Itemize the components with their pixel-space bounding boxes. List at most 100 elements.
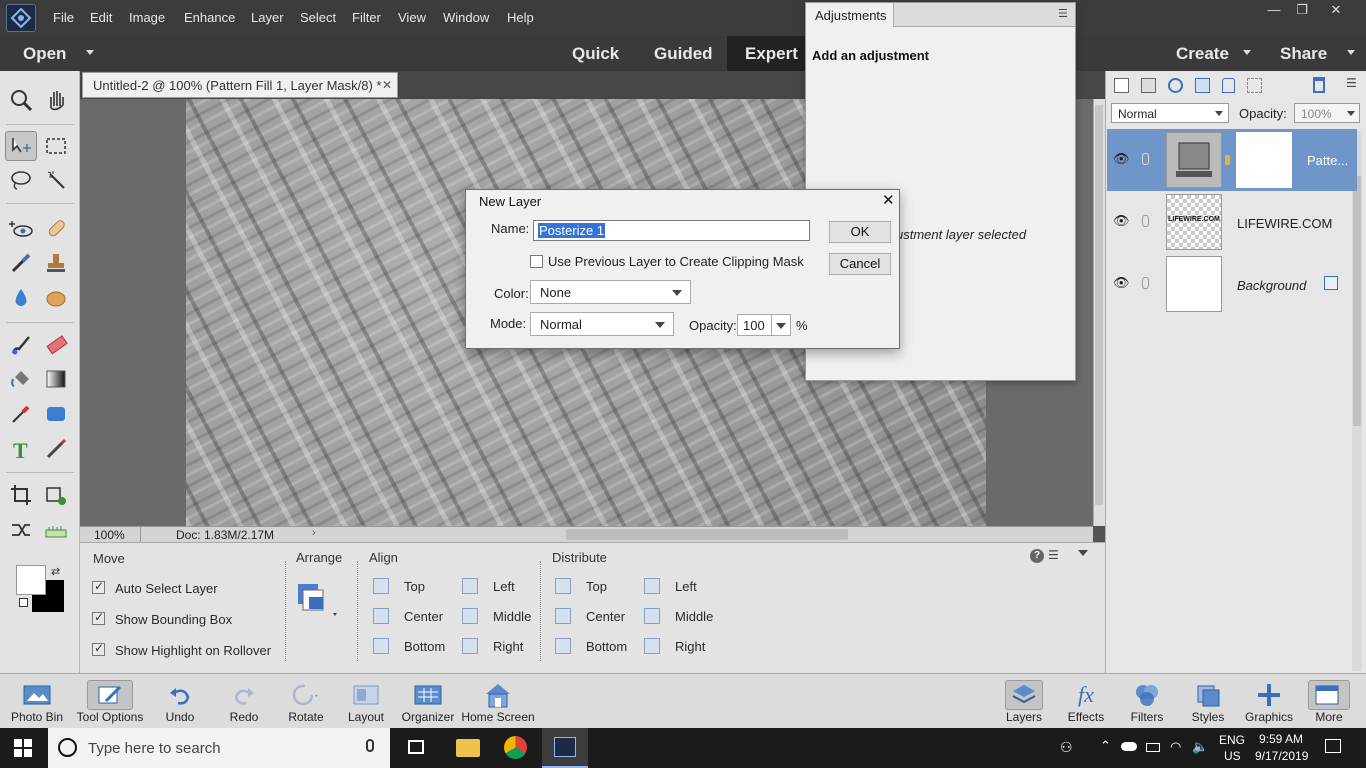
menu-help[interactable]: Help bbox=[507, 10, 534, 25]
share-dropdown-icon[interactable] bbox=[1347, 50, 1355, 55]
layers-menu-icon[interactable]: ☰ bbox=[1346, 76, 1357, 90]
swap-colors-icon[interactable]: ⇄ bbox=[51, 565, 60, 578]
layer-name[interactable]: Background bbox=[1237, 278, 1306, 293]
lock-icon[interactable] bbox=[1222, 78, 1235, 93]
add-mask-icon[interactable] bbox=[1195, 78, 1210, 93]
zoom-tool-icon[interactable] bbox=[5, 85, 37, 115]
adjustments-tab[interactable]: Adjustments bbox=[806, 3, 894, 27]
menu-enhance[interactable]: Enhance bbox=[184, 10, 235, 25]
adjustment-layer-icon[interactable] bbox=[1168, 78, 1183, 93]
align-middle-icon[interactable] bbox=[462, 608, 478, 624]
distribute-right-icon[interactable] bbox=[644, 638, 660, 654]
people-icon[interactable]: ⚇ bbox=[1060, 739, 1073, 756]
link-icon[interactable] bbox=[1142, 277, 1149, 289]
visibility-eye-icon[interactable]: 👁 bbox=[1113, 151, 1130, 167]
mode-expert-tab[interactable]: Expert bbox=[727, 36, 805, 71]
distribute-center-label[interactable]: Center bbox=[586, 609, 625, 624]
redo-button[interactable]: Redo bbox=[216, 680, 272, 724]
menu-file[interactable]: File bbox=[53, 10, 74, 25]
distribute-center-icon[interactable] bbox=[555, 608, 571, 624]
align-left-icon[interactable] bbox=[462, 578, 478, 594]
distribute-top-label[interactable]: Top bbox=[586, 579, 607, 594]
share-button[interactable]: Share bbox=[1280, 44, 1327, 64]
new-group-icon[interactable] bbox=[1141, 78, 1156, 93]
mode-quick[interactable]: Quick bbox=[572, 44, 619, 64]
taskbar-search-box[interactable]: Type here to search bbox=[48, 728, 390, 768]
shape-tool-icon[interactable] bbox=[40, 399, 72, 429]
layer-name[interactable]: Patte... bbox=[1307, 153, 1348, 168]
close-window-button[interactable]: ✕ bbox=[1323, 3, 1349, 18]
type-tool-icon[interactable]: T bbox=[5, 434, 37, 464]
align-left-label[interactable]: Left bbox=[493, 579, 515, 594]
opacity-field[interactable]: 100% bbox=[1294, 103, 1360, 123]
marquee-tool-icon[interactable] bbox=[40, 131, 72, 161]
paint-bucket-icon[interactable] bbox=[5, 364, 37, 394]
sponge-tool-icon[interactable] bbox=[40, 283, 72, 313]
default-colors-icon[interactable] bbox=[19, 598, 28, 607]
align-center-label[interactable]: Center bbox=[404, 609, 443, 624]
chrome-icon[interactable] bbox=[504, 736, 527, 759]
layer-name[interactable]: LIFEWIRE.COM bbox=[1237, 216, 1332, 231]
tool-options-button[interactable]: Tool Options bbox=[72, 680, 148, 724]
distribute-right-label[interactable]: Right bbox=[675, 639, 705, 654]
distribute-bottom-label[interactable]: Bottom bbox=[586, 639, 627, 654]
horizontal-scroll-thumb[interactable] bbox=[566, 529, 848, 540]
more-button[interactable]: More bbox=[1304, 680, 1354, 724]
clock-time[interactable]: 9:59 AM bbox=[1259, 732, 1303, 746]
trash-icon[interactable] bbox=[1313, 77, 1325, 93]
ok-button[interactable]: OK bbox=[829, 221, 891, 243]
styles-button[interactable]: Styles bbox=[1182, 680, 1234, 724]
align-top-icon[interactable] bbox=[373, 578, 389, 594]
recompose-tool-icon[interactable] bbox=[40, 480, 72, 510]
align-top-label[interactable]: Top bbox=[404, 579, 425, 594]
wifi-icon[interactable]: ◠ bbox=[1170, 739, 1181, 755]
effects-button[interactable]: fx Effects bbox=[1060, 680, 1112, 724]
blend-mode-select[interactable]: Normal bbox=[1111, 103, 1229, 123]
windows-start-icon[interactable] bbox=[14, 739, 32, 760]
filters-button[interactable]: Filters bbox=[1121, 680, 1173, 724]
link-icon[interactable] bbox=[1142, 153, 1149, 165]
distribute-left-label[interactable]: Left bbox=[675, 579, 697, 594]
mode-select[interactable]: Normal bbox=[530, 312, 674, 336]
task-view-icon[interactable] bbox=[408, 740, 424, 754]
align-middle-label[interactable]: Middle bbox=[493, 609, 531, 624]
smart-brush-icon[interactable] bbox=[5, 248, 37, 278]
menu-select[interactable]: Select bbox=[300, 10, 336, 25]
language-indicator[interactable]: ENG bbox=[1219, 733, 1245, 747]
menu-edit[interactable]: Edit bbox=[90, 10, 112, 25]
layout-button[interactable]: Layout bbox=[340, 680, 392, 724]
layer-row-pattern-fill[interactable]: 👁 Patte... bbox=[1107, 129, 1357, 191]
app-logo-icon[interactable] bbox=[6, 4, 36, 32]
move-tool-icon[interactable] bbox=[5, 131, 37, 161]
minimize-button[interactable]: — bbox=[1261, 3, 1287, 18]
status-menu-arrow-icon[interactable]: › bbox=[312, 527, 316, 539]
restore-button[interactable]: ❐ bbox=[1289, 3, 1315, 18]
undo-button[interactable]: Undo bbox=[152, 680, 208, 724]
menu-window[interactable]: Window bbox=[443, 10, 489, 25]
create-button[interactable]: Create bbox=[1176, 44, 1229, 64]
scroll-thumb[interactable] bbox=[1095, 105, 1103, 505]
layer-row-lifewire[interactable]: 👁 LIFEWIRE.COM LIFEWIRE.COM bbox=[1107, 191, 1357, 253]
auto-select-checkbox[interactable] bbox=[92, 579, 105, 594]
distribute-middle-icon[interactable] bbox=[644, 608, 660, 624]
file-explorer-icon[interactable] bbox=[456, 739, 480, 757]
color-select[interactable]: None bbox=[530, 280, 691, 304]
foreground-color-swatch-top[interactable] bbox=[16, 565, 46, 595]
align-right-icon[interactable] bbox=[462, 638, 478, 654]
align-bottom-label[interactable]: Bottom bbox=[404, 639, 445, 654]
notifications-icon[interactable] bbox=[1325, 739, 1341, 753]
help-icon[interactable]: ? bbox=[1030, 549, 1044, 563]
options-menu-icon[interactable]: ☰ bbox=[1048, 548, 1059, 562]
zoom-level[interactable]: 100% bbox=[94, 528, 125, 542]
crop-tool-icon[interactable] bbox=[5, 480, 37, 510]
battery-icon[interactable] bbox=[1146, 743, 1160, 752]
lock-transparent-icon[interactable] bbox=[1247, 78, 1262, 93]
mask-link-icon[interactable] bbox=[1225, 155, 1230, 165]
visibility-eye-icon[interactable]: 👁 bbox=[1113, 275, 1130, 291]
healing-brush-icon[interactable] bbox=[40, 214, 72, 244]
bounding-box-checkbox[interactable] bbox=[92, 610, 105, 625]
clone-stamp-icon[interactable] bbox=[40, 248, 72, 278]
clipping-mask-checkbox[interactable] bbox=[530, 255, 543, 268]
distribute-bottom-icon[interactable] bbox=[555, 638, 571, 654]
eraser-tool-icon[interactable] bbox=[40, 330, 72, 360]
